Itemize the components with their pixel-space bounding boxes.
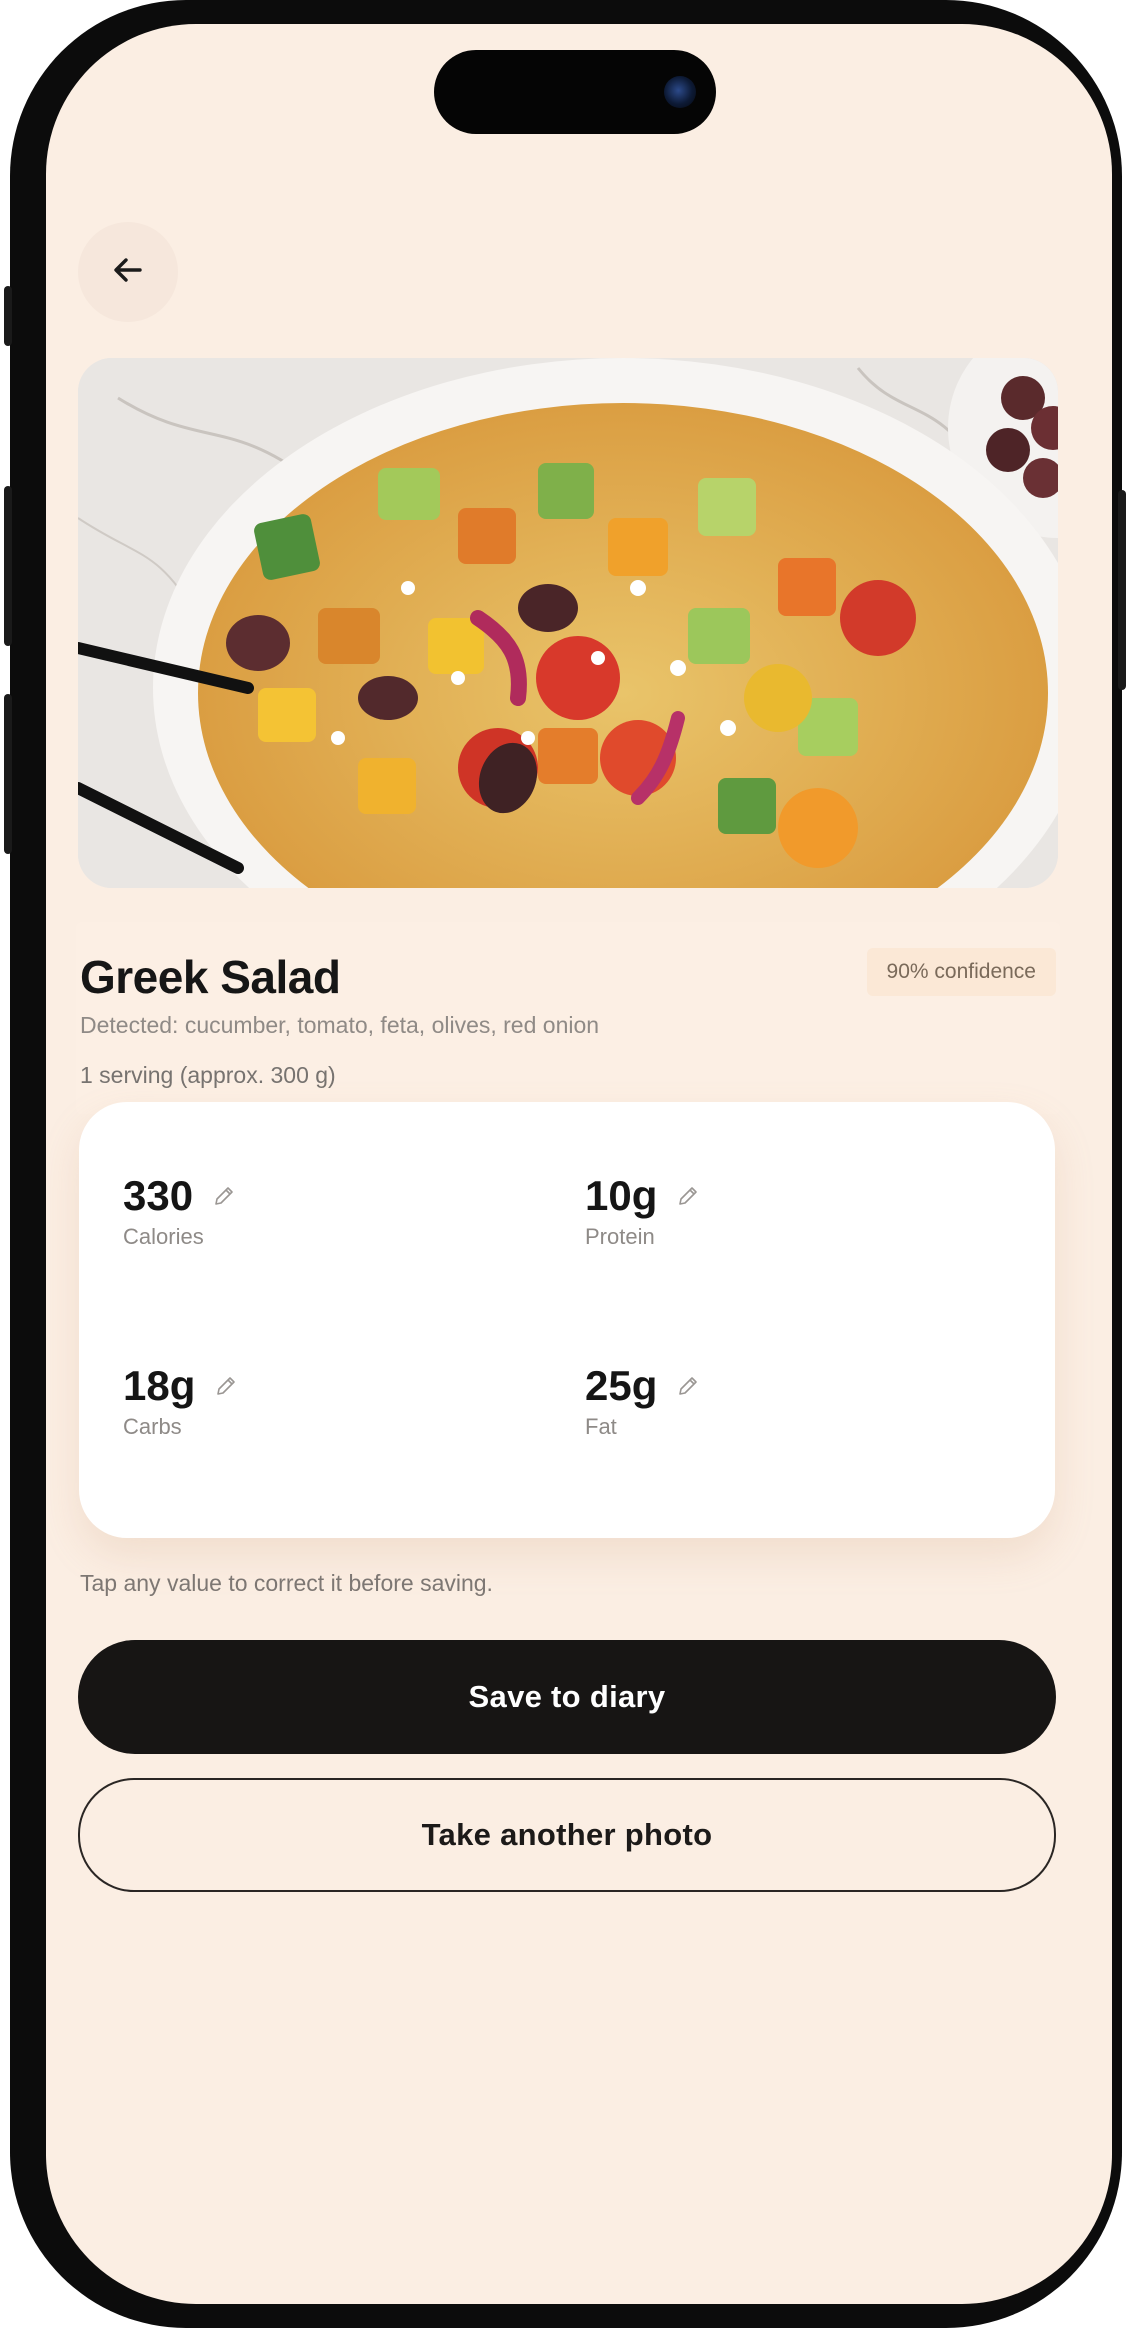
macro-fat[interactable]: 25g Fat	[585, 1362, 701, 1440]
volume-down-button	[4, 694, 12, 854]
macro-value[interactable]: 330	[123, 1172, 193, 1220]
result-summary: Greek Salad 90% confidence Detected: cuc…	[76, 922, 1060, 1114]
arrow-left-icon	[110, 252, 146, 293]
pencil-icon[interactable]	[675, 1183, 701, 1209]
pencil-icon[interactable]	[213, 1373, 239, 1399]
macro-value[interactable]: 25g	[585, 1362, 657, 1410]
macro-calories[interactable]: 330 Calories	[123, 1172, 237, 1250]
power-button	[1118, 490, 1126, 690]
dynamic-island	[434, 50, 716, 134]
macro-label: Fat	[585, 1414, 617, 1439]
front-camera	[664, 76, 696, 108]
phone-frame: Greek Salad 90% confidence Detected: cuc…	[4, 0, 1126, 2328]
app-screen: Greek Salad 90% confidence Detected: cuc…	[46, 24, 1112, 2304]
action-button	[4, 286, 12, 346]
pencil-icon[interactable]	[211, 1183, 237, 1209]
confidence-badge: 90% confidence	[866, 948, 1056, 996]
dish-name: Greek Salad	[80, 951, 341, 1003]
macro-label: Protein	[585, 1224, 655, 1249]
macro-label: Calories	[123, 1224, 204, 1249]
volume-up-button	[4, 486, 12, 646]
edit-hint: Tap any value to correct it before savin…	[80, 1570, 493, 1596]
macro-carbs[interactable]: 18g Carbs	[123, 1362, 239, 1440]
detected-ingredients: Detected: cucumber, tomato, feta, olives…	[80, 1012, 600, 1038]
macro-value[interactable]: 10g	[585, 1172, 657, 1220]
take-another-photo-button[interactable]: Take another photo	[78, 1778, 1056, 1892]
macro-value[interactable]: 18g	[123, 1362, 195, 1410]
save-to-diary-button[interactable]: Save to diary	[78, 1640, 1056, 1754]
back-button[interactable]	[78, 222, 178, 322]
serving-size: 1 serving (approx. 300 g)	[80, 1062, 336, 1088]
food-photo	[78, 358, 1058, 888]
nutrition-card: 330 Calories 10g Protein 18g Carbs 25g F…	[79, 1102, 1055, 1538]
macro-label: Carbs	[123, 1414, 182, 1439]
macro-protein[interactable]: 10g Protein	[585, 1172, 701, 1250]
pencil-icon[interactable]	[675, 1373, 701, 1399]
